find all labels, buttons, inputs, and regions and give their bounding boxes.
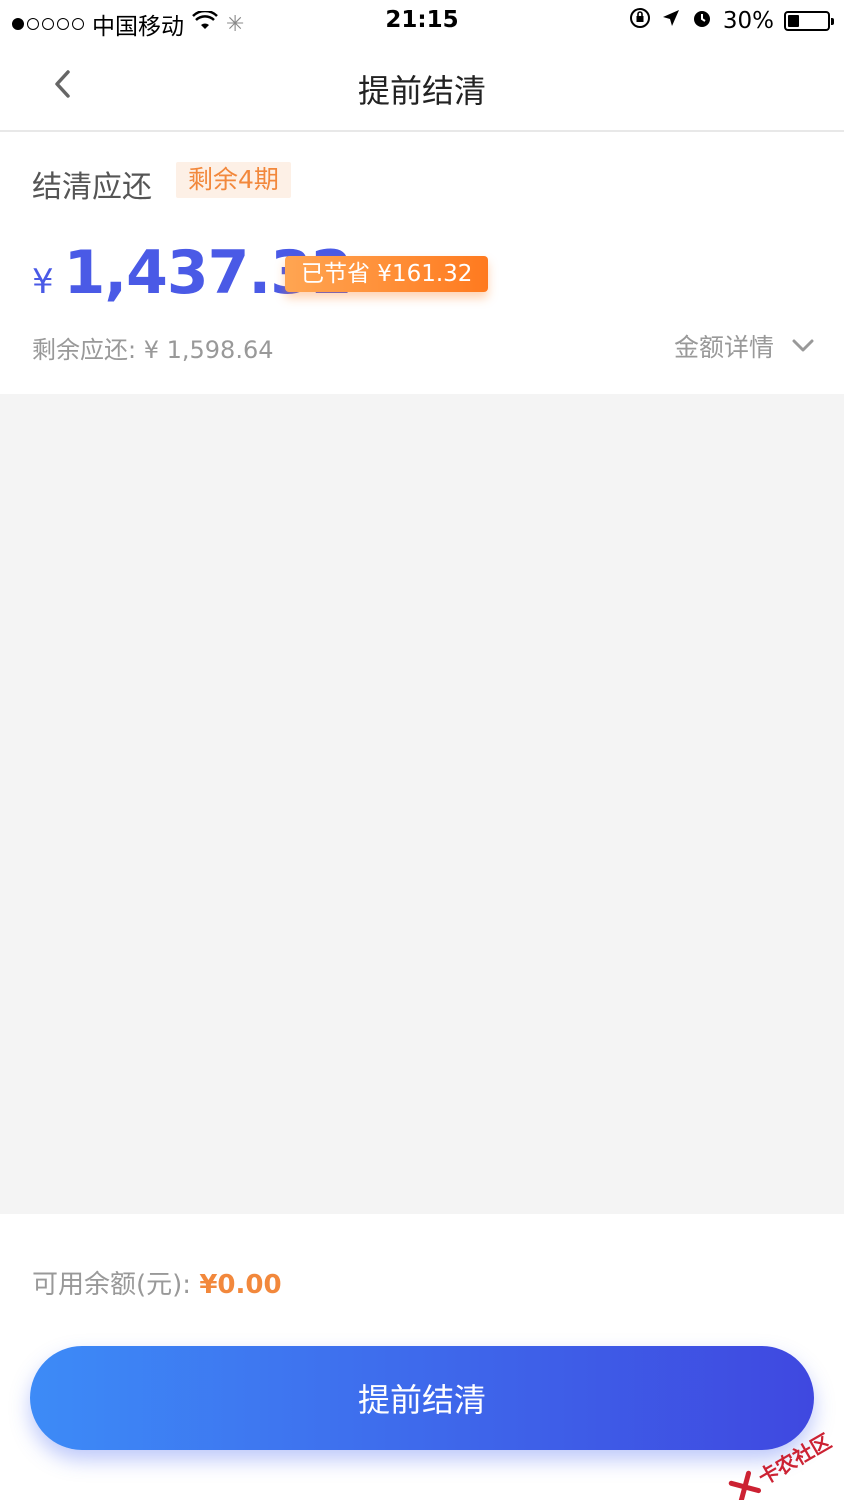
amount-details-toggle[interactable]: 金额详情 — [674, 328, 814, 364]
saved-amount-badge: 已节省 ¥161.32 — [285, 256, 489, 292]
location-icon — [661, 8, 681, 34]
currency-symbol: ¥ — [32, 262, 54, 302]
chevron-down-icon — [792, 339, 814, 352]
battery-icon — [784, 11, 834, 31]
early-settlement-button[interactable]: 提前结清 — [30, 1346, 814, 1450]
remaining-due: 剩余应还: ¥ 1,598.64 — [32, 336, 274, 364]
nav-bar: 提前结清 — [0, 44, 844, 132]
remaining-periods-badge: 剩余4期 — [176, 162, 291, 198]
page-title: 提前结清 — [357, 72, 486, 110]
rotation-lock-icon — [629, 7, 651, 35]
amount-details-label: 金额详情 — [673, 333, 774, 362]
alarm-icon — [691, 7, 713, 35]
footer: 可用余额(元): ¥0.00 提前结清 — [0, 1214, 844, 1500]
settlement-summary: 结清应还 剩余4期 ¥ 1,437.32 已节省 ¥161.32 剩余应还: ¥… — [0, 132, 844, 394]
available-balance: 可用余额(元): ¥0.00 — [32, 1264, 282, 1301]
status-right: 30% — [629, 7, 834, 35]
content-area — [0, 394, 844, 1214]
status-bar: 中国移动 ✳ 21:15 30% — [0, 0, 844, 44]
balance-value: ¥0.00 — [199, 1270, 282, 1300]
balance-label: 可用余额(元): — [32, 1270, 200, 1300]
battery-percent: 30% — [722, 8, 774, 34]
settlement-label: 结清应还 — [32, 170, 152, 205]
